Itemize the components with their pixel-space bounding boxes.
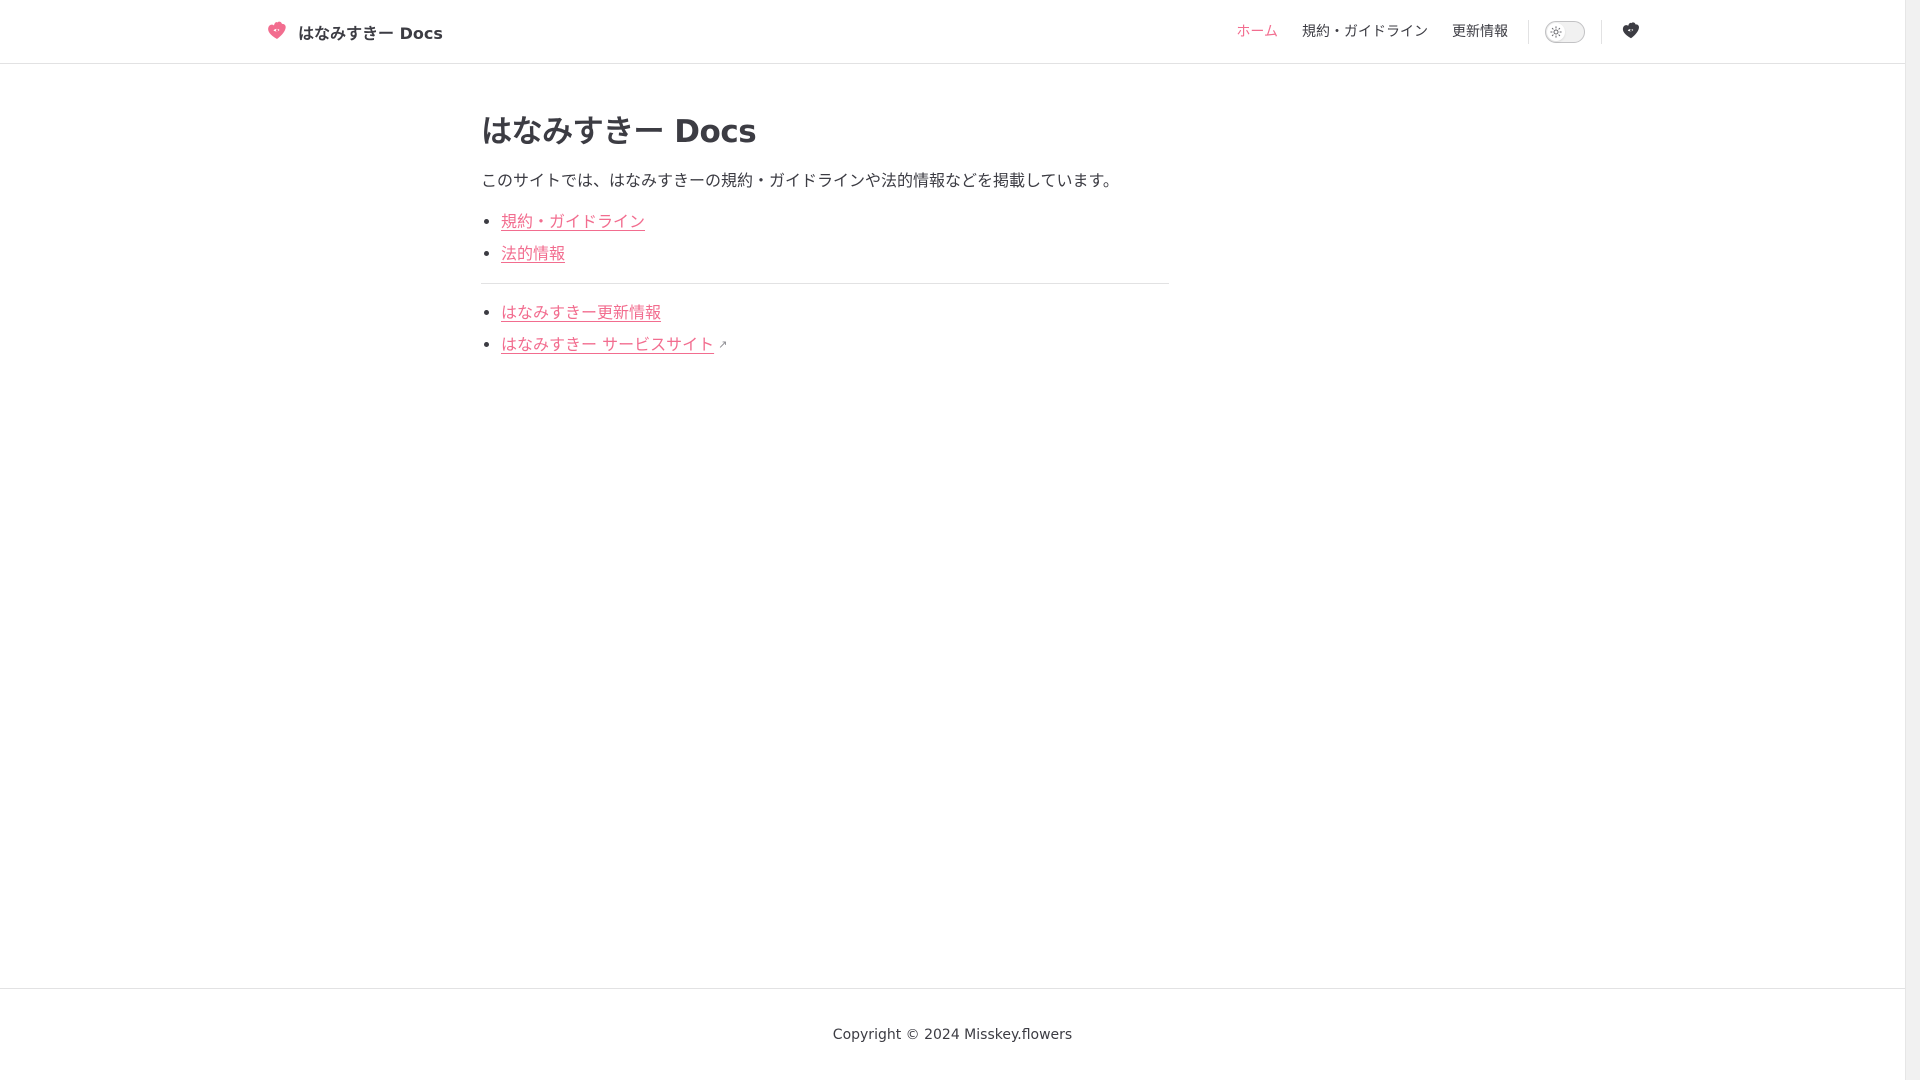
site-brand-link[interactable]: はなみすきー Docs bbox=[265, 0, 443, 64]
nav-divider bbox=[1601, 20, 1602, 44]
list-item: 規約・ガイドライン bbox=[501, 210, 1169, 234]
nav-item-terms[interactable]: 規約・ガイドライン bbox=[1290, 0, 1440, 64]
list-item: はなみすきー更新情報 bbox=[501, 301, 1169, 325]
link-update-info[interactable]: はなみすきー更新情報 bbox=[501, 303, 661, 322]
list-item: 法的情報 bbox=[501, 242, 1169, 266]
external-link-icon: ↗ bbox=[718, 338, 728, 352]
footer: Copyright © 2024 Misskey.flowers bbox=[0, 988, 1905, 1080]
link-service-site[interactable]: はなみすきー サービスサイト bbox=[501, 335, 714, 354]
browser-viewport: はなみすきー Docs ホーム 規約・ガイドライン 更新情報 はなみすきー Do… bbox=[0, 0, 1920, 1080]
nav-item-home[interactable]: ホーム bbox=[1224, 0, 1290, 64]
nav-divider bbox=[1528, 20, 1529, 44]
link-terms-guidelines[interactable]: 規約・ガイドライン bbox=[501, 212, 645, 231]
content-divider bbox=[481, 283, 1169, 285]
site-title: はなみすきー Docs bbox=[298, 24, 443, 43]
appearance-toggle[interactable] bbox=[1545, 21, 1585, 43]
page-description: このサイトでは、はなみすきーの規約・ガイドラインや法的情報などを掲載しています。 bbox=[481, 171, 1119, 191]
doc-content: はなみすきー Docs このサイトでは、はなみすきーの規約・ガイドラインや法的情… bbox=[481, 112, 1169, 357]
navbar: はなみすきー Docs ホーム 規約・ガイドライン 更新情報 bbox=[0, 0, 1905, 64]
sun-icon bbox=[1547, 23, 1565, 41]
copyright-text: Copyright © 2024 Misskey.flowers bbox=[832, 1026, 1073, 1043]
flower-icon bbox=[265, 18, 289, 46]
secondary-link-list: はなみすきー更新情報 はなみすきー サービスサイト ↗ bbox=[481, 301, 1169, 357]
nav-item-updates[interactable]: 更新情報 bbox=[1440, 0, 1520, 64]
misskey-link[interactable] bbox=[1616, 17, 1646, 47]
vertical-scrollbar[interactable] bbox=[1905, 0, 1920, 1080]
page-title: はなみすきー Docs bbox=[481, 114, 757, 150]
page: はなみすきー Docs ホーム 規約・ガイドライン 更新情報 はなみすきー Do… bbox=[0, 0, 1905, 1080]
main-content: はなみすきー Docs このサイトでは、はなみすきーの規約・ガイドラインや法的情… bbox=[0, 64, 1905, 988]
list-item: はなみすきー サービスサイト ↗ bbox=[501, 333, 1169, 357]
misskey-icon bbox=[1620, 19, 1642, 45]
link-legal-info[interactable]: 法的情報 bbox=[501, 244, 565, 263]
primary-link-list: 規約・ガイドライン 法的情報 bbox=[481, 210, 1169, 266]
nav-menu: ホーム 規約・ガイドライン 更新情報 bbox=[1224, 0, 1646, 64]
